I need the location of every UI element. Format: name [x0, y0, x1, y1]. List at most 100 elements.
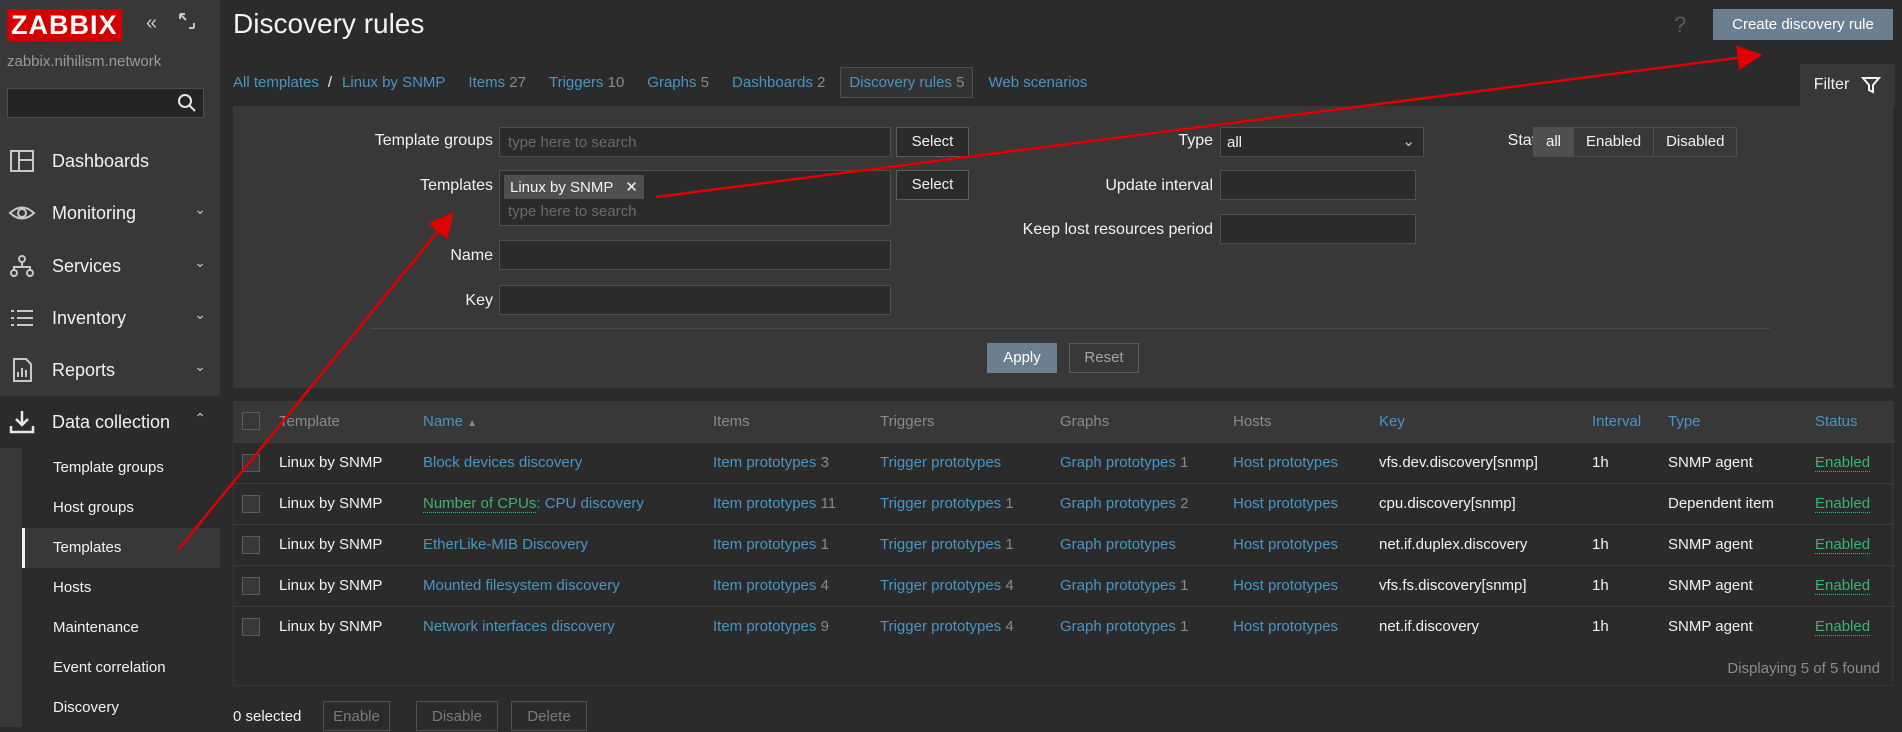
- tab-dashboards[interactable]: Dashboards 2: [732, 74, 825, 91]
- row-key: vfs.dev.discovery[snmp]: [1379, 454, 1538, 471]
- tab-graphs[interactable]: Graphs 5: [647, 74, 709, 91]
- row-trigger-prototypes-link[interactable]: Trigger prototypes 4: [880, 618, 1014, 635]
- submenu-host-groups[interactable]: Host groups: [22, 488, 220, 528]
- tab-items[interactable]: Items 27: [468, 74, 526, 91]
- row-status[interactable]: Enabled: [1815, 577, 1871, 595]
- row-status[interactable]: Enabled: [1815, 536, 1871, 554]
- chevron-down-icon: ⌄: [194, 254, 206, 270]
- filter-tab[interactable]: Filter: [1800, 64, 1895, 106]
- header-key[interactable]: Key: [1379, 413, 1405, 430]
- row-item-prototypes-link[interactable]: Item prototypes 1: [713, 536, 829, 553]
- row-item-prototypes-link[interactable]: Item prototypes 9: [713, 618, 829, 635]
- status-option-all[interactable]: all: [1534, 128, 1575, 156]
- submenu-event-correlation[interactable]: Event correlation: [22, 648, 220, 688]
- row-name[interactable]: EtherLike-MIB Discovery: [423, 536, 588, 553]
- collapse-sidebar-icon[interactable]: «: [146, 12, 157, 35]
- menu-services[interactable]: Services ⌄: [0, 240, 220, 292]
- name-input[interactable]: [499, 240, 891, 270]
- template-groups-input[interactable]: type here to search: [499, 127, 891, 157]
- row-item-prototypes-link[interactable]: Item prototypes 4: [713, 577, 829, 594]
- reset-button[interactable]: Reset: [1069, 343, 1139, 373]
- row-status[interactable]: Enabled: [1815, 495, 1871, 513]
- header-type[interactable]: Type: [1668, 413, 1701, 430]
- submenu-templates[interactable]: Templates: [22, 528, 220, 568]
- row-checkbox[interactable]: [242, 577, 260, 595]
- filter-panel: Template groups type here to search Sele…: [233, 106, 1893, 388]
- row-host-prototypes-link[interactable]: Host prototypes: [1233, 536, 1338, 553]
- status-segmented-control: all Enabled Disabled: [1533, 127, 1738, 157]
- header-status[interactable]: Status: [1815, 413, 1858, 430]
- row-graph-prototypes-link[interactable]: Graph prototypes: [1060, 536, 1176, 553]
- row-template: Linux by SNMP: [279, 536, 383, 553]
- status-option-enabled[interactable]: Enabled: [1574, 128, 1655, 156]
- download-icon: [9, 411, 35, 434]
- row-name[interactable]: Block devices discovery: [423, 454, 582, 471]
- type-select[interactable]: all ⌄: [1220, 127, 1424, 157]
- row-checkbox[interactable]: [242, 618, 260, 636]
- header-name[interactable]: Name ▲: [423, 413, 477, 430]
- row-trigger-prototypes-link[interactable]: Trigger prototypes: [880, 454, 1001, 471]
- template-groups-select-button[interactable]: Select: [896, 127, 969, 157]
- row-name[interactable]: Mounted filesystem discovery: [423, 577, 620, 594]
- templates-input[interactable]: Linux by SNMP ✕ type here to search: [499, 170, 891, 226]
- create-discovery-rule-button[interactable]: Create discovery rule: [1713, 9, 1893, 40]
- select-all-checkbox[interactable]: [242, 412, 260, 430]
- sidebar-search-input[interactable]: [7, 88, 204, 118]
- menu-reports[interactable]: Reports ⌄: [0, 344, 220, 396]
- row-checkbox[interactable]: [242, 454, 260, 472]
- tab-discovery-rules[interactable]: Discovery rules 5: [840, 66, 974, 98]
- row-checkbox[interactable]: [242, 495, 260, 513]
- submenu-maintenance[interactable]: Maintenance: [22, 608, 220, 648]
- submenu-discovery[interactable]: Discovery: [22, 688, 220, 728]
- chip-close-icon[interactable]: ✕: [625, 179, 638, 196]
- submenu-template-groups[interactable]: Template groups: [22, 448, 220, 488]
- menu-label: Monitoring: [52, 202, 137, 223]
- menu-monitoring[interactable]: Monitoring ⌄: [0, 187, 220, 239]
- tab-triggers[interactable]: Triggers 10: [549, 74, 624, 91]
- row-graph-prototypes-link[interactable]: Graph prototypes 1: [1060, 454, 1188, 471]
- menu-dashboards[interactable]: Dashboards: [0, 135, 220, 187]
- row-graph-prototypes-link[interactable]: Graph prototypes 2: [1060, 495, 1188, 512]
- row-graph-prototypes-link[interactable]: Graph prototypes 1: [1060, 577, 1188, 594]
- row-status[interactable]: Enabled: [1815, 454, 1871, 472]
- key-input[interactable]: [499, 285, 891, 315]
- breadcrumb-all-templates[interactable]: All templates: [233, 74, 319, 91]
- row-type: SNMP agent: [1668, 536, 1753, 553]
- tab-web-scenarios[interactable]: Web scenarios: [988, 74, 1087, 91]
- row-trigger-prototypes-link[interactable]: Trigger prototypes 1: [880, 536, 1014, 553]
- menu-inventory[interactable]: Inventory ⌄: [0, 292, 220, 344]
- row-host-prototypes-link[interactable]: Host prototypes: [1233, 454, 1338, 471]
- apply-button[interactable]: Apply: [987, 343, 1057, 373]
- row-host-prototypes-link[interactable]: Host prototypes: [1233, 495, 1338, 512]
- status-option-disabled[interactable]: Disabled: [1654, 128, 1736, 156]
- submenu-hosts[interactable]: Hosts: [22, 568, 220, 608]
- row-checkbox[interactable]: [242, 536, 260, 554]
- master-item-link[interactable]: Number of CPUs: [423, 495, 537, 513]
- list-icon: [11, 310, 33, 326]
- keep-lost-resources-label: Keep lost resources period: [1022, 221, 1213, 238]
- templates-select-button[interactable]: Select: [896, 170, 969, 200]
- row-status[interactable]: Enabled: [1815, 618, 1871, 636]
- header-interval[interactable]: Interval: [1592, 413, 1641, 430]
- row-graph-prototypes-link[interactable]: Graph prototypes 1: [1060, 618, 1188, 635]
- menu-data-collection[interactable]: Data collection ⌃: [0, 396, 220, 448]
- row-item-prototypes-link[interactable]: Item prototypes 3: [713, 454, 829, 471]
- placeholder-text: type here to search: [508, 134, 637, 151]
- row-trigger-prototypes-link[interactable]: Trigger prototypes 1: [880, 495, 1014, 512]
- keep-lost-resources-input[interactable]: [1220, 214, 1416, 244]
- breadcrumb-template[interactable]: Linux by SNMP: [342, 74, 445, 91]
- row-item-prototypes-link[interactable]: Item prototypes 11: [713, 495, 836, 512]
- dashboard-icon: [10, 150, 34, 172]
- row-type: SNMP agent: [1668, 577, 1753, 594]
- row-trigger-prototypes-link[interactable]: Trigger prototypes 4: [880, 577, 1014, 594]
- row-name[interactable]: Number of CPUs: CPU discovery: [423, 495, 644, 513]
- row-host-prototypes-link[interactable]: Host prototypes: [1233, 618, 1338, 635]
- zabbix-logo[interactable]: ZABBIX: [7, 9, 122, 41]
- row-template: Linux by SNMP: [279, 454, 383, 471]
- row-host-prototypes-link[interactable]: Host prototypes: [1233, 577, 1338, 594]
- help-icon[interactable]: ?: [1674, 12, 1686, 38]
- kiosk-mode-icon[interactable]: [178, 12, 196, 36]
- search-icon[interactable]: [177, 93, 197, 113]
- update-interval-input[interactable]: [1220, 170, 1416, 200]
- row-name[interactable]: Network interfaces discovery: [423, 618, 615, 635]
